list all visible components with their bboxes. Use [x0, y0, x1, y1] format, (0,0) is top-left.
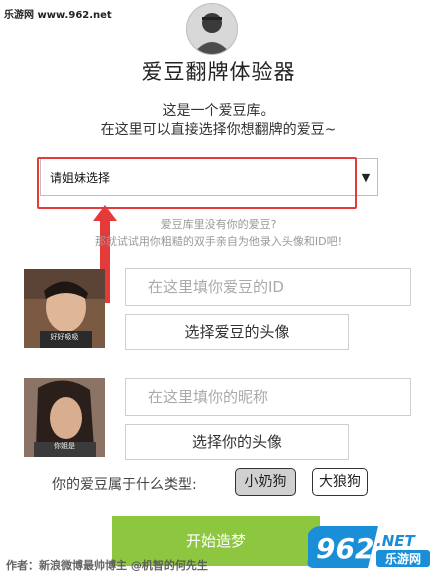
idol-type-label: 你的爱豆属于什么类型: [52, 477, 197, 493]
author-credit: 作者：新浪微博最帅博主 @机智的何先生 [6, 559, 208, 572]
user-photo-caption: 你姐是 [54, 442, 75, 450]
idol-select[interactable]: 请姐妹选择 ▼ [40, 158, 378, 196]
intro-line-2: 在这里可以直接选择你想翻牌的爱豆~ [100, 122, 337, 138]
avatar-image [187, 4, 237, 54]
idol-select-value: 请姐妹选择 [50, 171, 111, 185]
type-option-puppy[interactable]: 小奶狗 [235, 468, 296, 496]
app-avatar [186, 3, 238, 55]
idol-avatar-image[interactable]: 好好吸吸 [24, 269, 105, 348]
watermark-suffix: .NET [376, 532, 416, 550]
watermark-logo-icon: 962 .NET 乐游网 [307, 526, 430, 568]
idol-photo-caption: 好好吸吸 [50, 333, 79, 341]
watermark-cn: 乐游网 [385, 551, 421, 566]
hint-line-2: 那就试试用你粗糙的双手亲自为他录入头像和ID吧! [94, 235, 343, 248]
nickname-input[interactable]: 在这里填你的昵称 [125, 378, 411, 416]
intro-line-1: 这是一个爱豆库。 [162, 103, 275, 119]
idol-id-input[interactable]: 在这里填你爱豆的ID [125, 268, 411, 306]
type-option-wolf[interactable]: 大狼狗 [312, 468, 368, 496]
app-title: 爱豆翻牌体验器 [141, 60, 296, 84]
choose-idol-avatar-button[interactable]: 选择爱豆的头像 [125, 314, 349, 350]
site-watermark: 乐游网 www.962.net [4, 10, 112, 21]
hint-line-1: 爱豆库里没有你的爱豆? [160, 218, 277, 231]
choose-user-avatar-button[interactable]: 选择你的头像 [125, 424, 349, 460]
watermark-number: 962 [316, 532, 374, 565]
962-net-watermark: 962 .NET 乐游网 [306, 524, 434, 570]
user-avatar-image[interactable]: 你姐是 [24, 378, 105, 457]
dropdown-arrow-icon[interactable]: ▼ [355, 159, 377, 195]
